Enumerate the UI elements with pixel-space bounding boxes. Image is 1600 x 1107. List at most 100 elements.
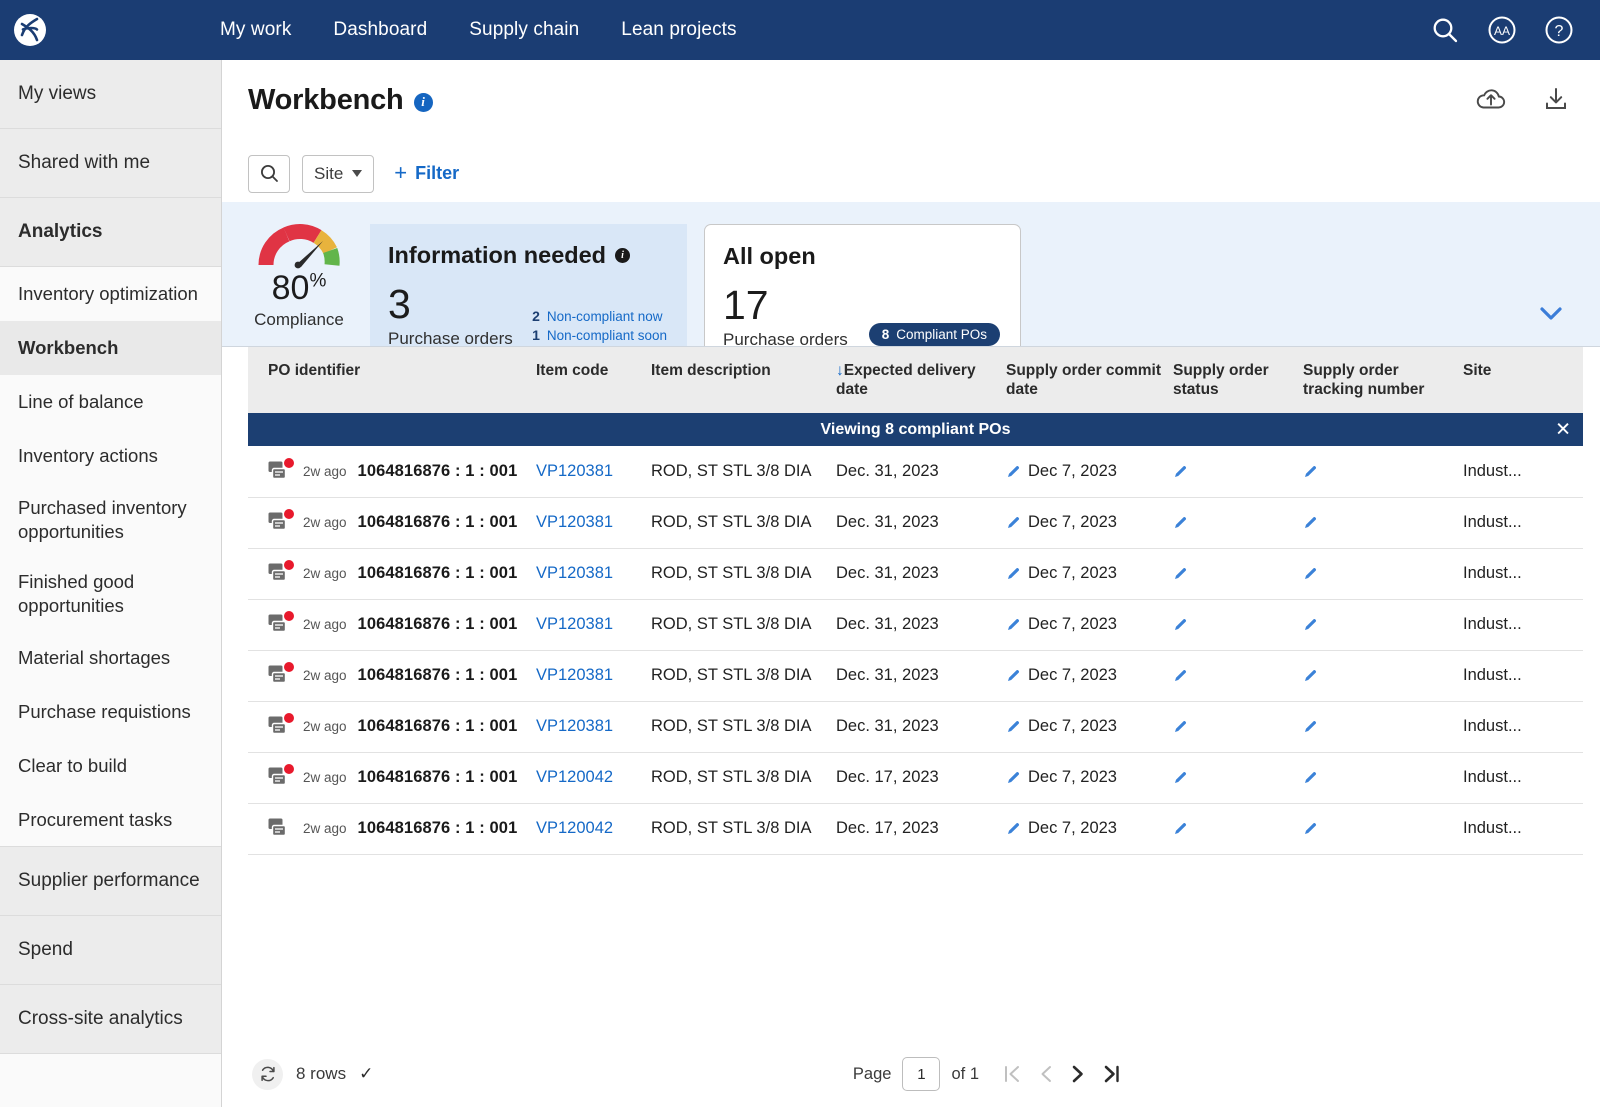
sidebar-item-spend[interactable]: Spend (0, 916, 221, 985)
column-header-supply-order-tracking-number[interactable]: Supply order tracking number (1303, 347, 1463, 413)
kpi-card-information-needed[interactable]: Information needed i 3 Purchase orders 2… (370, 224, 687, 348)
cell-supply-order-commit-date[interactable]: Dec 7, 2023 (1006, 497, 1173, 548)
edit-pencil-icon[interactable]: Dec 7, 2023 (1006, 768, 1173, 787)
edit-pencil-icon[interactable] (1303, 770, 1463, 785)
comment-icon[interactable] (268, 818, 292, 839)
cell-supply-order-tracking-number[interactable] (1303, 701, 1463, 752)
column-header-item-code[interactable]: Item code (536, 347, 651, 413)
comment-icon[interactable] (268, 713, 294, 737)
edit-pencil-icon[interactable] (1173, 515, 1303, 530)
item-code-link[interactable]: VP120381 (536, 666, 613, 684)
breakdown-row[interactable]: 1 Non-compliant soon (532, 326, 667, 345)
cell-supply-order-status[interactable] (1173, 548, 1303, 599)
edit-pencil-icon[interactable] (1173, 617, 1303, 632)
edit-pencil-icon[interactable] (1303, 821, 1463, 836)
sidebar-item-my-views[interactable]: My views (0, 60, 221, 129)
edit-pencil-icon[interactable] (1303, 719, 1463, 734)
cell-supply-order-status[interactable] (1173, 752, 1303, 803)
comment-icon[interactable] (268, 509, 294, 533)
cell-supply-order-tracking-number[interactable] (1303, 650, 1463, 701)
sidebar-item-shared-with-me[interactable]: Shared with me (0, 129, 221, 198)
table-row[interactable]: 2w ago 1064816876 : 1 : 001 VP120381 ROD, S… (248, 497, 1583, 548)
table-row[interactable]: 2w ago 1064816876 : 1 : 001 VP120042 ROD, S… (248, 803, 1583, 854)
item-code-link[interactable]: VP120381 (536, 513, 613, 531)
chevron-down-icon[interactable] (1536, 303, 1566, 328)
brand-logo-icon[interactable] (0, 0, 60, 60)
item-code-link[interactable]: VP120381 (536, 462, 613, 480)
comment-icon[interactable] (268, 457, 294, 482)
site-filter-dropdown[interactable]: Site (302, 154, 375, 193)
compliance-gauge-card[interactable]: 80% Compliance (244, 202, 354, 346)
cell-po-identifier[interactable]: 2w ago 1064816876 : 1 : 001 (248, 548, 536, 599)
breakdown-row[interactable]: 2 Non-compliant now (532, 307, 667, 326)
column-header-supply-order-commit-date[interactable]: Supply order commit date (1006, 347, 1173, 413)
page-number-input[interactable]: 1 (902, 1057, 941, 1091)
edit-pencil-icon[interactable] (1173, 821, 1303, 836)
nav-link-lean-projects[interactable]: Lean projects (621, 19, 736, 41)
cell-po-identifier[interactable]: 2w ago 1064816876 : 1 : 001 (248, 701, 536, 752)
search-button[interactable] (248, 154, 290, 193)
comment-icon[interactable] (268, 560, 294, 584)
cell-supply-order-tracking-number[interactable] (1303, 803, 1463, 854)
column-header-site[interactable]: Site (1463, 347, 1583, 413)
cell-supply-order-tracking-number[interactable] (1303, 752, 1463, 803)
cell-item-code[interactable]: VP120381 (536, 446, 651, 497)
comment-icon[interactable] (268, 611, 294, 635)
edit-pencil-icon[interactable] (1173, 719, 1303, 734)
cell-po-identifier[interactable]: 2w ago 1064816876 : 1 : 001 (248, 497, 536, 548)
edit-pencil-icon[interactable] (1303, 464, 1463, 479)
sidebar-item-clear-to-build[interactable]: Clear to build (0, 739, 221, 793)
edit-pencil-icon[interactable] (1303, 668, 1463, 683)
edit-pencil-icon[interactable] (1303, 515, 1463, 530)
text-size-aa-icon[interactable]: AA (1487, 15, 1517, 45)
kpi-card-all-open[interactable]: All open 17 Purchase orders 8 Compliant … (704, 224, 1021, 349)
edit-pencil-icon[interactable] (1173, 566, 1303, 581)
edit-pencil-icon[interactable] (1303, 617, 1463, 632)
item-code-link[interactable]: VP120381 (536, 564, 613, 582)
check-icon[interactable]: ✓ (359, 1064, 373, 1084)
cell-item-code[interactable]: VP120042 (536, 803, 651, 854)
cell-supply-order-commit-date[interactable]: Dec 7, 2023 (1006, 752, 1173, 803)
search-icon[interactable] (1430, 15, 1460, 45)
cell-po-identifier[interactable]: 2w ago 1064816876 : 1 : 001 (248, 599, 536, 650)
cell-item-code[interactable]: VP120381 (536, 497, 651, 548)
sidebar-item-cross-site-analytics[interactable]: Cross-site analytics (0, 985, 221, 1054)
info-icon[interactable]: i (413, 92, 433, 112)
close-icon[interactable]: ✕ (1555, 420, 1571, 439)
next-page-icon[interactable] (1070, 1063, 1086, 1085)
cell-supply-order-commit-date[interactable]: Dec 7, 2023 (1006, 446, 1173, 497)
sidebar-item-finished-good-opportunities[interactable]: Finished good opportunities (0, 557, 221, 631)
first-page-icon[interactable] (1002, 1063, 1022, 1085)
cell-supply-order-status[interactable] (1173, 497, 1303, 548)
cell-item-code[interactable]: VP120381 (536, 701, 651, 752)
cell-po-identifier[interactable]: 2w ago 1064816876 : 1 : 001 (248, 803, 536, 854)
sidebar-item-material-shortages[interactable]: Material shortages (0, 631, 221, 685)
edit-pencil-icon[interactable]: Dec 7, 2023 (1006, 717, 1173, 736)
sidebar-item-line-of-balance[interactable]: Line of balance (0, 375, 221, 429)
column-header-supply-order-status[interactable]: Supply order status (1173, 347, 1303, 413)
table-row[interactable]: 2w ago 1064816876 : 1 : 001 VP120381 ROD, S… (248, 650, 1583, 701)
item-code-link[interactable]: VP120381 (536, 717, 613, 735)
nav-link-supply-chain[interactable]: Supply chain (469, 19, 579, 41)
edit-pencil-icon[interactable]: Dec 7, 2023 (1006, 666, 1173, 685)
add-filter-button[interactable]: + Filter (394, 161, 459, 185)
prev-page-icon[interactable] (1038, 1063, 1054, 1085)
table-row[interactable]: 2w ago 1064816876 : 1 : 001 VP120381 ROD, S… (248, 599, 1583, 650)
sidebar-item-analytics[interactable]: Analytics (0, 198, 221, 267)
cell-item-code[interactable]: VP120042 (536, 752, 651, 803)
sidebar-item-inventory-actions[interactable]: Inventory actions (0, 429, 221, 483)
cell-supply-order-status[interactable] (1173, 803, 1303, 854)
edit-pencil-icon[interactable] (1173, 464, 1303, 479)
item-code-link[interactable]: VP120042 (536, 819, 613, 837)
cell-item-code[interactable]: VP120381 (536, 599, 651, 650)
sidebar-item-workbench[interactable]: Workbench (0, 321, 221, 375)
download-icon[interactable] (1542, 86, 1570, 112)
edit-pencil-icon[interactable]: Dec 7, 2023 (1006, 462, 1173, 481)
column-header-item-description[interactable]: Item description (651, 347, 836, 413)
edit-pencil-icon[interactable]: Dec 7, 2023 (1006, 564, 1173, 583)
cell-supply-order-commit-date[interactable]: Dec 7, 2023 (1006, 701, 1173, 752)
sidebar-item-procurement-tasks[interactable]: Procurement tasks (0, 793, 221, 847)
nav-link-my-work[interactable]: My work (220, 19, 291, 41)
sidebar-item-supplier-performance[interactable]: Supplier performance (0, 847, 221, 916)
table-row[interactable]: 2w ago 1064816876 : 1 : 001 VP120381 ROD, S… (248, 548, 1583, 599)
